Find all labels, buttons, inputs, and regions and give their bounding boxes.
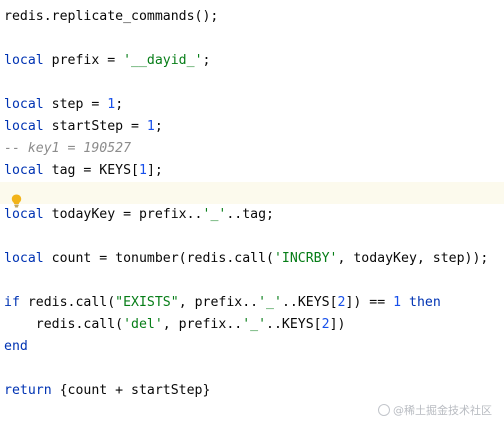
- code-token: return: [4, 383, 52, 398]
- code-token: ;: [154, 119, 163, 134]
- code-line[interactable]: return {count + startStep}: [0, 380, 504, 402]
- juejin-logo-icon: [378, 404, 390, 416]
- code-line[interactable]: local startStep = 1;: [0, 116, 504, 138]
- code-line[interactable]: [0, 358, 504, 380]
- code-token: local: [4, 97, 44, 112]
- code-line[interactable]: [0, 226, 504, 248]
- code-token: '_': [258, 295, 282, 310]
- code-line[interactable]: redis.call('del', prefix..'_'..KEYS[2]): [0, 314, 504, 336]
- code-token: todayKey = prefix..: [43, 207, 203, 222]
- intention-bulb-icon[interactable]: [11, 194, 22, 208]
- code-token: end: [4, 339, 28, 354]
- code-line[interactable]: local todayKey = prefix..'_'..tag;: [0, 204, 504, 226]
- code-token: local: [4, 119, 44, 134]
- code-line[interactable]: local tag = KEYS[1];: [0, 160, 504, 182]
- code-token: '__dayid_': [123, 53, 203, 68]
- code-token: 1: [393, 295, 402, 310]
- code-editor[interactable]: redis.replicate_commands();local prefix …: [0, 0, 504, 430]
- code-token: ]) ==: [345, 295, 394, 310]
- code-token: redis.call(: [4, 317, 124, 332]
- code-token: local: [4, 163, 44, 178]
- code-token: 'INCRBY': [273, 251, 338, 266]
- code-token: ]): [329, 317, 346, 332]
- code-token: {count + startStep}: [51, 383, 211, 398]
- code-token: 1: [138, 163, 147, 178]
- code-token: redis.replicate_commands();: [4, 9, 219, 24]
- code-token: redis.call(: [19, 295, 116, 310]
- code-line[interactable]: end: [0, 336, 504, 358]
- code-token: count = tonumber(redis.call(: [43, 251, 274, 266]
- code-token: ..tag;: [226, 207, 274, 222]
- code-token: step =: [43, 97, 108, 112]
- code-token: local: [4, 251, 44, 266]
- code-token: 1: [107, 97, 116, 112]
- code-line[interactable]: [0, 72, 504, 94]
- code-token: 1: [146, 119, 155, 134]
- code-token: ..KEYS[: [266, 317, 322, 332]
- code-token: ..KEYS[: [281, 295, 338, 310]
- code-token: ;: [202, 53, 211, 68]
- code-token: startStep =: [43, 119, 147, 134]
- code-line[interactable]: -- key1 = 190527: [0, 138, 504, 160]
- code-token: "EXISTS": [115, 295, 179, 310]
- watermark: @稀土掘金技术社区: [378, 402, 492, 418]
- code-token: 'del': [123, 317, 163, 332]
- code-token: , todayKey, step));: [337, 251, 489, 266]
- code-line[interactable]: redis.replicate_commands();: [0, 6, 504, 28]
- code-token: ;: [115, 97, 124, 112]
- code-token: prefix =: [43, 53, 124, 68]
- code-token: '_': [242, 317, 267, 332]
- code-token: '_': [202, 207, 227, 222]
- code-token: , prefix..: [162, 317, 243, 332]
- code-line[interactable]: local step = 1;: [0, 94, 504, 116]
- code-token: tag = KEYS[: [43, 163, 139, 178]
- code-token: -- key1 = 190527: [4, 141, 132, 156]
- code-token: local: [4, 207, 44, 222]
- code-token: then: [409, 295, 441, 310]
- watermark-text: @稀土掘金技术社区: [393, 404, 492, 417]
- code-line[interactable]: [0, 270, 504, 292]
- code-token: ];: [146, 163, 163, 178]
- code-token: , prefix..: [178, 295, 259, 310]
- code-line[interactable]: local count = tonumber(redis.call('INCRB…: [0, 248, 504, 270]
- code-line[interactable]: if redis.call("EXISTS", prefix..'_'..KEY…: [0, 292, 504, 314]
- code-token: 2: [321, 317, 330, 332]
- code-line-current[interactable]: [0, 182, 504, 204]
- code-token: local: [4, 53, 44, 68]
- code-line[interactable]: [0, 28, 504, 50]
- code-token: if: [4, 295, 20, 310]
- code-line[interactable]: local prefix = '__dayid_';: [0, 50, 504, 72]
